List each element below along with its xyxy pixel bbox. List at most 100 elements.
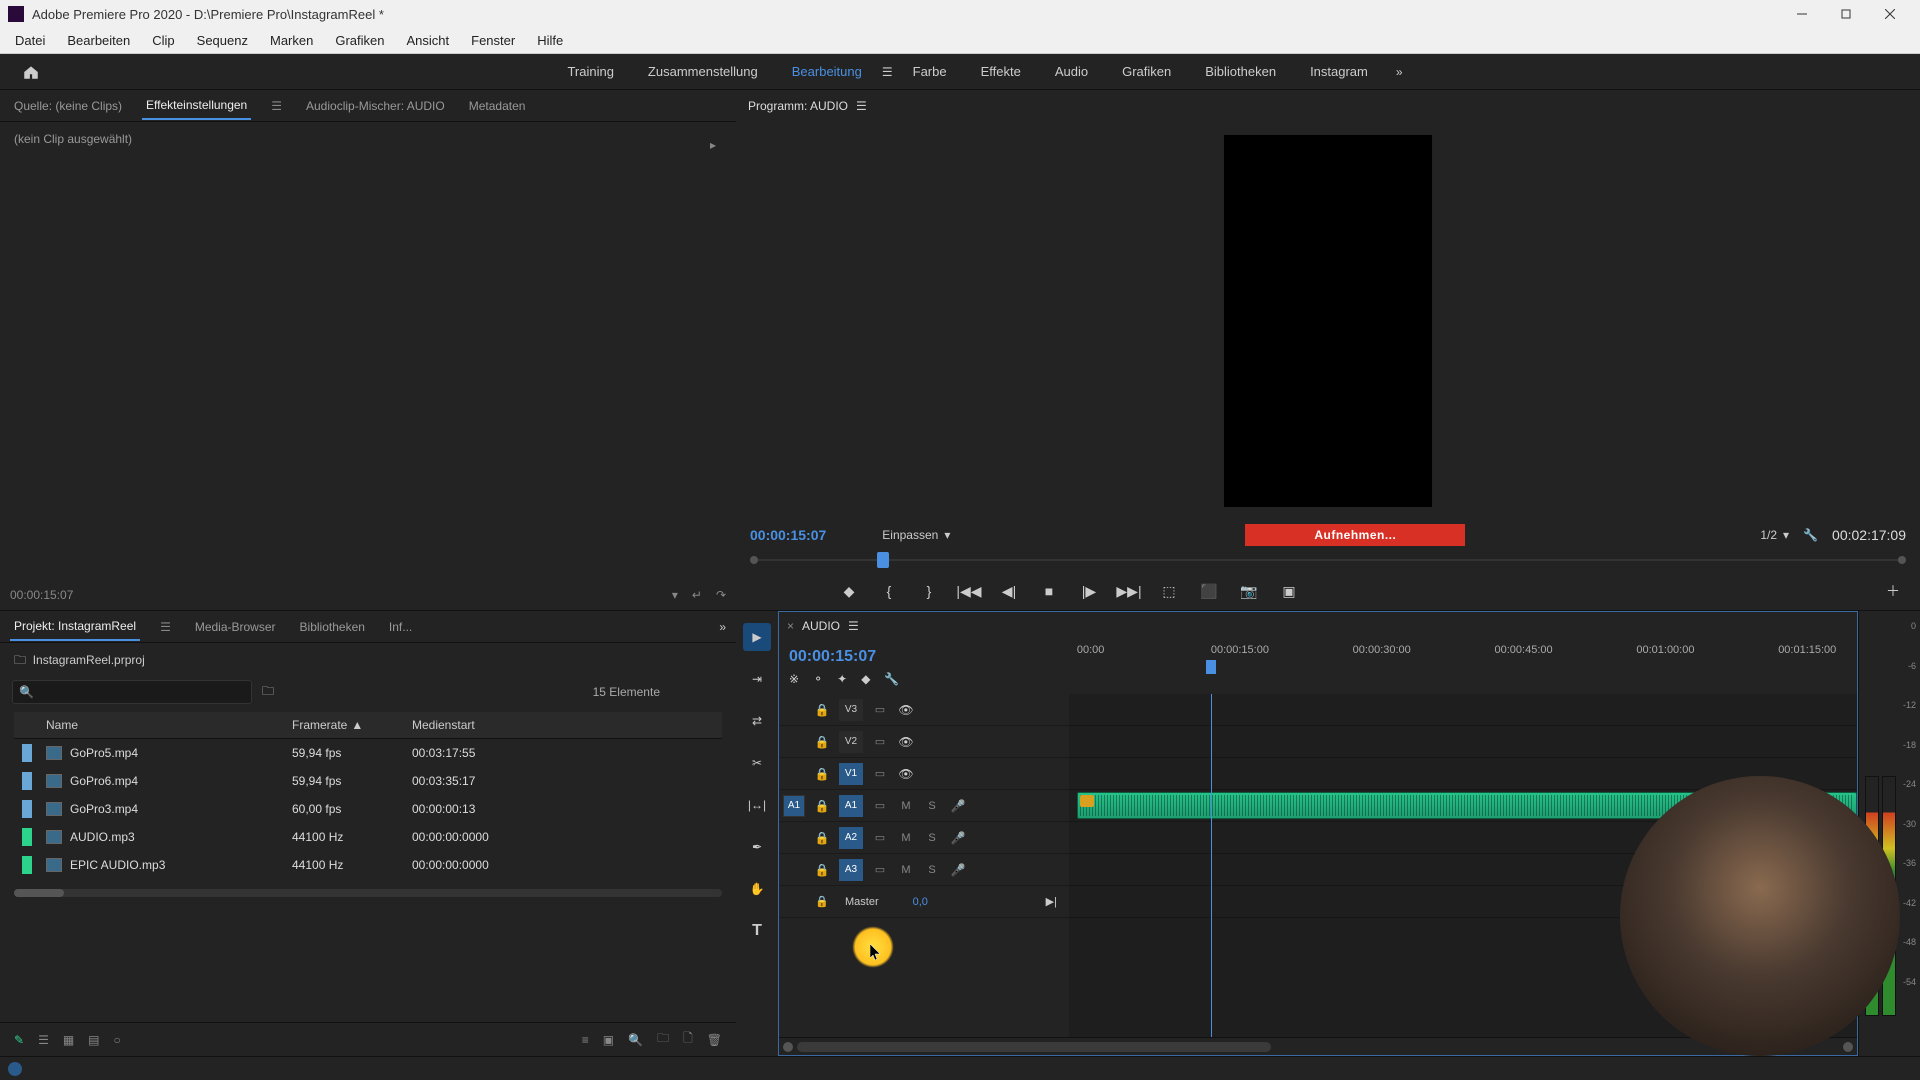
fit-dropdown[interactable]: Einpassen▾: [882, 528, 950, 542]
project-row[interactable]: GoPro3.mp460,00 fps00:00:00:13: [14, 795, 722, 823]
project-search-input[interactable]: 🔍: [12, 680, 252, 704]
mute-button[interactable]: M: [897, 864, 915, 876]
stop-button[interactable]: ■: [1036, 578, 1062, 604]
column-framerate[interactable]: Framerate▲: [284, 712, 404, 738]
program-panel-title[interactable]: Programm: AUDIO: [748, 99, 848, 113]
workspace-training[interactable]: Training: [553, 56, 627, 87]
panel-menu-icon[interactable]: ☰: [156, 616, 175, 638]
extract-button[interactable]: ⬛: [1196, 578, 1222, 604]
tab-media-browser[interactable]: Media-Browser: [191, 614, 280, 640]
workspace-effekte[interactable]: Effekte: [967, 56, 1035, 87]
playhead-line[interactable]: [1211, 694, 1212, 1037]
track-header-v3[interactable]: 🔒 V3 ▭ 👁: [779, 694, 1069, 726]
find-icon[interactable]: 🔍: [628, 1033, 643, 1047]
add-marker-icon[interactable]: ✦: [837, 672, 847, 686]
menu-clip[interactable]: Clip: [143, 30, 183, 51]
toggle-output-icon[interactable]: 👁: [897, 735, 915, 749]
sort-icon[interactable]: ≡: [582, 1033, 589, 1047]
sync-lock-icon[interactable]: ▭: [871, 703, 889, 716]
snap-icon[interactable]: ※: [789, 672, 799, 686]
track-header-a1[interactable]: A1 🔒 A1 ▭ M S 🎤: [779, 790, 1069, 822]
automate-icon[interactable]: ▣: [603, 1033, 614, 1047]
compare-button[interactable]: ▣: [1276, 578, 1302, 604]
workspace-farbe[interactable]: Farbe: [899, 56, 961, 87]
voiceover-record-icon[interactable]: 🎤: [949, 799, 967, 813]
track-header-a2[interactable]: 🔒 A2 ▭ M S 🎤: [779, 822, 1069, 854]
delete-button[interactable]: 🗑: [707, 1033, 722, 1047]
button-editor-button[interactable]: ＋: [1880, 578, 1906, 604]
sync-lock-icon[interactable]: ▭: [871, 767, 889, 780]
tab-audioclip-mischer[interactable]: Audioclip-Mischer: AUDIO: [302, 93, 449, 119]
settings-wrench-icon[interactable]: 🔧: [1803, 528, 1818, 542]
solo-button[interactable]: S: [923, 832, 941, 844]
workspace-instagram[interactable]: Instagram: [1296, 56, 1382, 87]
freeform-view-icon[interactable]: ▤: [88, 1033, 99, 1047]
toggle-output-icon[interactable]: 👁: [897, 703, 915, 717]
voiceover-record-icon[interactable]: 🎤: [949, 863, 967, 877]
menu-hilfe[interactable]: Hilfe: [528, 30, 572, 51]
panel-menu-icon[interactable]: ☰: [267, 95, 286, 117]
home-button[interactable]: [12, 57, 50, 87]
zoom-slider-icon[interactable]: ○: [114, 1033, 121, 1047]
add-marker-button[interactable]: ◆: [836, 578, 862, 604]
workspace-bearbeitung[interactable]: Bearbeitung: [778, 56, 876, 87]
sequence-tab[interactable]: AUDIO: [802, 619, 840, 633]
project-row[interactable]: GoPro5.mp459,94 fps00:03:17:55: [14, 739, 722, 767]
step-forward-button[interactable]: |▶: [1076, 578, 1102, 604]
project-row[interactable]: EPIC AUDIO.mp344100 Hz00:00:00:0000: [14, 851, 722, 879]
tab-overflow-button[interactable]: »: [719, 620, 726, 634]
type-tool[interactable]: T: [743, 917, 771, 945]
window-close-button[interactable]: [1868, 0, 1912, 28]
icon-view-icon[interactable]: ▦: [63, 1033, 74, 1047]
timeline-ruler[interactable]: 00:00 00:00:15:00 00:00:30:00 00:00:45:0…: [1069, 640, 1857, 694]
source-insert-icon[interactable]: ↵: [692, 588, 702, 602]
panel-menu-icon[interactable]: ☰: [848, 619, 859, 633]
new-bin-button[interactable]: 🗀: [657, 1029, 669, 1050]
menu-fenster[interactable]: Fenster: [462, 30, 524, 51]
workspace-bibliotheken[interactable]: Bibliotheken: [1191, 56, 1290, 87]
tab-metadaten[interactable]: Metadaten: [465, 93, 530, 119]
menu-ansicht[interactable]: Ansicht: [397, 30, 458, 51]
go-to-in-button[interactable]: |◀◀: [956, 578, 982, 604]
mark-out-button[interactable]: }: [916, 578, 942, 604]
sync-lock-icon[interactable]: ▭: [871, 831, 889, 844]
column-medienstart[interactable]: Medienstart: [404, 712, 534, 738]
settings-icon[interactable]: 🔧: [884, 672, 899, 686]
source-patch-a1[interactable]: A1: [783, 795, 805, 817]
track-header-master[interactable]: 🔒 Master 0,0 ▶|: [779, 886, 1069, 918]
master-level-value[interactable]: 0,0: [913, 896, 928, 908]
project-row[interactable]: AUDIO.mp344100 Hz00:00:00:0000: [14, 823, 722, 851]
ripple-edit-tool[interactable]: ⇄: [743, 707, 771, 735]
window-minimize-button[interactable]: [1780, 0, 1824, 28]
go-to-out-button[interactable]: ▶▶|: [1116, 578, 1142, 604]
project-horizontal-scrollbar[interactable]: [14, 889, 722, 897]
zoom-dropdown[interactable]: 1/2▾: [1760, 528, 1789, 542]
track-header-a3[interactable]: 🔒 A3 ▭ M S 🎤: [779, 854, 1069, 886]
sync-lock-icon[interactable]: ▭: [871, 863, 889, 876]
program-scrubber[interactable]: [750, 550, 1906, 570]
menu-marken[interactable]: Marken: [261, 30, 322, 51]
voiceover-record-icon[interactable]: 🎤: [949, 831, 967, 845]
solo-button[interactable]: S: [923, 864, 941, 876]
playhead-handle[interactable]: [1206, 660, 1216, 674]
workspace-menu-icon[interactable]: ☰: [882, 65, 893, 79]
workspace-overflow-button[interactable]: »: [1388, 57, 1411, 87]
mark-in-button[interactable]: {: [876, 578, 902, 604]
toggle-output-icon[interactable]: 👁: [897, 767, 915, 781]
tab-bibliotheken[interactable]: Bibliotheken: [296, 614, 369, 640]
new-bin-icon[interactable]: 🗀: [262, 682, 274, 703]
timeline-timecode[interactable]: 00:00:15:07: [789, 648, 1059, 666]
razor-tool[interactable]: ✂: [743, 749, 771, 777]
workspace-grafiken[interactable]: Grafiken: [1108, 56, 1185, 87]
column-name[interactable]: Name: [14, 712, 284, 738]
workspace-audio[interactable]: Audio: [1041, 56, 1102, 87]
panel-menu-icon[interactable]: ☰: [856, 99, 867, 113]
slip-tool[interactable]: |↔|: [743, 791, 771, 819]
menu-bearbeiten[interactable]: Bearbeiten: [58, 30, 139, 51]
selection-tool[interactable]: ▶: [743, 623, 771, 651]
program-timecode[interactable]: 00:00:15:07: [750, 527, 826, 543]
source-overwrite-icon[interactable]: ↷: [716, 588, 726, 602]
track-header-v2[interactable]: 🔒 V2 ▭ 👁: [779, 726, 1069, 758]
mute-button[interactable]: M: [897, 832, 915, 844]
program-monitor-canvas[interactable]: [1223, 134, 1433, 508]
